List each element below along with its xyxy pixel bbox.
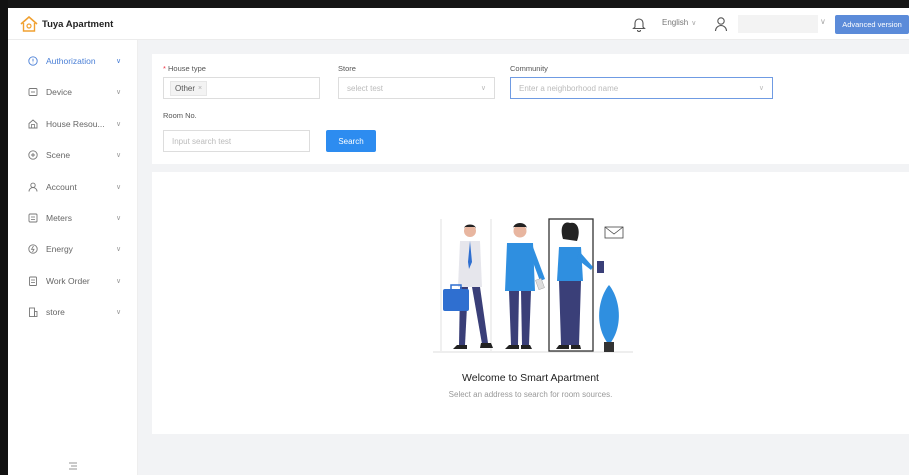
sidebar: Authorization ∨ Device ∨ House Resou... …: [8, 40, 138, 475]
sidebar-item-store[interactable]: store ∨: [8, 300, 138, 324]
chevron-down-icon: ∨: [116, 89, 122, 96]
chevron-down-icon: ∨: [116, 215, 122, 222]
sidebar-item-label: Account: [46, 182, 77, 192]
house-type-select[interactable]: Other ×: [163, 77, 320, 99]
screen-frame-left: [0, 0, 8, 475]
chevron-down-icon: ∨: [116, 152, 122, 159]
store-label: Store: [338, 64, 356, 73]
sidebar-item-label: Work Order: [46, 276, 90, 286]
welcome-card: Welcome to Smart Apartment Select an add…: [152, 172, 909, 434]
chevron-down-icon: ∨: [116, 121, 122, 128]
device-icon: [28, 87, 38, 97]
search-button[interactable]: Search: [326, 130, 376, 152]
authorization-icon: [28, 56, 38, 66]
app-logo[interactable]: Tuya Apartment: [20, 14, 113, 34]
account-icon: [28, 182, 38, 192]
welcome-subtitle: Select an address to search for room sou…: [448, 390, 613, 399]
chevron-down-icon: ∨: [116, 184, 122, 191]
room-number-label: Room No.: [163, 111, 197, 120]
advanced-version-button[interactable]: Advanced version: [835, 15, 909, 34]
energy-icon: [28, 244, 38, 254]
sidebar-item-label: Scene: [46, 150, 71, 160]
sidebar-item-device[interactable]: Device ∨: [8, 80, 138, 104]
user-icon[interactable]: [714, 16, 728, 32]
house-icon: [28, 119, 38, 129]
sidebar-item-scene[interactable]: Scene ∨: [8, 143, 138, 167]
sidebar-item-label: store: [46, 307, 65, 317]
house-type-tag: Other ×: [170, 80, 208, 96]
chevron-down-icon: ∨: [116, 58, 122, 65]
sidebar-item-label: House Resou...: [46, 119, 105, 129]
sidebar-item-account[interactable]: Account ∨: [8, 175, 138, 199]
community-select[interactable]: Enter a neighborhood name ∨: [510, 77, 773, 99]
collapse-menu-icon[interactable]: [68, 458, 78, 470]
chevron-down-icon: ∨: [116, 246, 122, 253]
welcome-illustration: [433, 217, 633, 357]
close-icon[interactable]: ×: [198, 85, 202, 92]
store-icon: [28, 307, 38, 317]
chevron-down-icon: ∨: [758, 85, 764, 92]
community-label: Community: [510, 64, 548, 73]
store-select[interactable]: select test ∨: [338, 77, 495, 99]
top-header: Tuya Apartment English ∨ ∨ Advanced vers…: [8, 8, 909, 40]
app-name: Tuya Apartment: [42, 18, 114, 30]
room-number-input[interactable]: Input search test: [163, 130, 310, 152]
sidebar-item-energy[interactable]: Energy ∨: [8, 237, 138, 261]
chevron-down-icon: ∨: [480, 85, 486, 92]
scene-icon: [28, 150, 38, 160]
language-label: English: [662, 18, 689, 27]
sidebar-item-house-resources[interactable]: House Resou... ∨: [8, 112, 138, 136]
meters-icon: [28, 213, 38, 223]
sidebar-item-label: Authorization: [46, 56, 96, 66]
chevron-down-icon[interactable]: ∨: [820, 17, 826, 26]
sidebar-item-label: Meters: [46, 213, 72, 223]
sidebar-item-label: Device: [46, 87, 72, 97]
user-account-name[interactable]: [738, 15, 818, 33]
chevron-down-icon: ∨: [116, 309, 122, 316]
welcome-title: Welcome to Smart Apartment: [462, 372, 599, 384]
app-window: Tuya Apartment English ∨ ∨ Advanced vers…: [8, 8, 909, 475]
notification-bell-icon[interactable]: [632, 16, 646, 32]
sidebar-item-meters[interactable]: Meters ∨: [8, 206, 138, 230]
sidebar-item-authorization[interactable]: Authorization ∨: [8, 49, 138, 73]
chevron-down-icon: ∨: [691, 19, 697, 27]
house-logo-icon: [20, 15, 38, 32]
filter-panel: * House type Other × Store select test ∨…: [152, 54, 909, 164]
sidebar-item-label: Energy: [46, 244, 73, 254]
sidebar-item-work-order[interactable]: Work Order ∨: [8, 269, 138, 293]
chevron-down-icon: ∨: [116, 278, 122, 285]
screen-frame-top: [0, 0, 909, 8]
language-selector[interactable]: English ∨: [662, 18, 696, 27]
work-order-icon: [28, 276, 38, 286]
house-type-label: * House type: [163, 64, 206, 73]
